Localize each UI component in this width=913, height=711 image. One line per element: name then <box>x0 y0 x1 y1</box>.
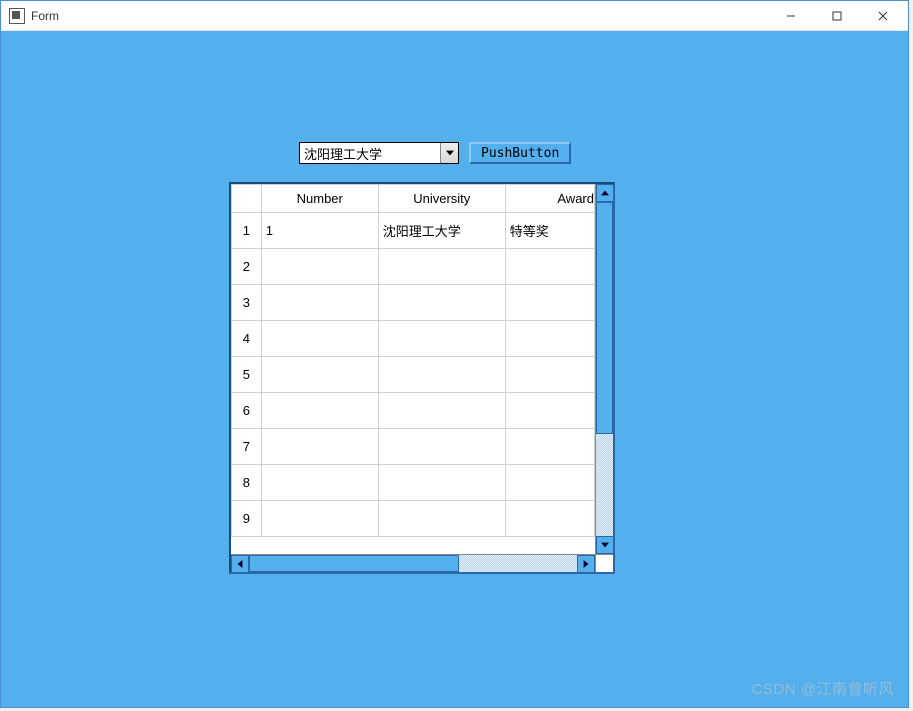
cell-number[interactable] <box>261 249 378 285</box>
cell-university[interactable] <box>378 249 505 285</box>
app-icon <box>9 8 25 24</box>
row-header[interactable]: 6 <box>232 393 262 429</box>
app-window: Form 沈阳理工大学 PushButton <box>0 0 909 708</box>
table-row[interactable]: 2 <box>232 249 595 285</box>
table-row[interactable]: 7 <box>232 429 595 465</box>
row-header[interactable]: 2 <box>232 249 262 285</box>
cell-award[interactable] <box>505 249 594 285</box>
table-corner[interactable] <box>232 185 262 213</box>
minimize-button[interactable] <box>768 1 814 31</box>
horizontal-scroll-thumb[interactable] <box>249 555 459 572</box>
table-row[interactable]: 3 <box>232 285 595 321</box>
row-header[interactable]: 3 <box>232 285 262 321</box>
cell-award[interactable] <box>505 501 594 537</box>
row-header[interactable]: 9 <box>232 501 262 537</box>
cell-number[interactable] <box>261 285 378 321</box>
data-table: Number University Award 11沈阳理工大学特等奖23456… <box>229 182 615 574</box>
cell-number[interactable] <box>261 321 378 357</box>
table-grid[interactable]: Number University Award 11沈阳理工大学特等奖23456… <box>231 184 595 537</box>
column-header-award[interactable]: Award <box>505 185 594 213</box>
chevron-down-icon[interactable] <box>440 143 458 163</box>
toolbar-row: 沈阳理工大学 PushButton <box>299 142 571 164</box>
table-row[interactable]: 9 <box>232 501 595 537</box>
table-row[interactable]: 6 <box>232 393 595 429</box>
scroll-down-icon[interactable] <box>596 536 613 554</box>
window-title: Form <box>31 9 768 23</box>
push-button-label: PushButton <box>481 146 559 161</box>
cell-university[interactable] <box>378 321 505 357</box>
close-button[interactable] <box>860 1 906 31</box>
cell-university[interactable] <box>378 393 505 429</box>
scroll-up-icon[interactable] <box>596 184 613 202</box>
cell-award[interactable] <box>505 357 594 393</box>
table-row[interactable]: 8 <box>232 465 595 501</box>
university-combobox[interactable]: 沈阳理工大学 <box>299 142 459 164</box>
scroll-corner <box>595 554 613 572</box>
titlebar[interactable]: Form <box>1 1 908 31</box>
cell-number[interactable] <box>261 501 378 537</box>
scroll-right-icon[interactable] <box>577 555 595 573</box>
cell-university[interactable] <box>378 357 505 393</box>
row-header[interactable]: 8 <box>232 465 262 501</box>
row-header[interactable]: 1 <box>232 213 262 249</box>
vertical-scrollbar[interactable] <box>595 184 613 554</box>
row-header[interactable]: 5 <box>232 357 262 393</box>
cell-number[interactable]: 1 <box>261 213 378 249</box>
table-row[interactable]: 4 <box>232 321 595 357</box>
watermark: CSDN @江南曾听风 <box>752 678 894 699</box>
column-header-number[interactable]: Number <box>261 185 378 213</box>
cell-award[interactable] <box>505 429 594 465</box>
push-button[interactable]: PushButton <box>469 142 571 164</box>
cell-number[interactable] <box>261 357 378 393</box>
vertical-scroll-thumb[interactable] <box>596 202 613 434</box>
cell-university[interactable] <box>378 501 505 537</box>
combobox-value: 沈阳理工大学 <box>300 144 440 163</box>
table-row[interactable]: 5 <box>232 357 595 393</box>
column-header-university[interactable]: University <box>378 185 505 213</box>
cell-award[interactable] <box>505 393 594 429</box>
window-controls <box>768 1 906 31</box>
cell-number[interactable] <box>261 429 378 465</box>
cell-university[interactable]: 沈阳理工大学 <box>378 213 505 249</box>
row-header[interactable]: 7 <box>232 429 262 465</box>
cell-award[interactable]: 特等奖 <box>505 213 594 249</box>
table-row[interactable]: 11沈阳理工大学特等奖 <box>232 213 595 249</box>
cell-university[interactable] <box>378 465 505 501</box>
cell-university[interactable] <box>378 429 505 465</box>
cell-award[interactable] <box>505 465 594 501</box>
row-header[interactable]: 4 <box>232 321 262 357</box>
cell-award[interactable] <box>505 321 594 357</box>
vertical-scroll-track[interactable] <box>596 434 613 536</box>
scroll-left-icon[interactable] <box>231 555 249 573</box>
cell-university[interactable] <box>378 285 505 321</box>
cell-number[interactable] <box>261 393 378 429</box>
horizontal-scrollbar[interactable] <box>231 554 595 572</box>
maximize-button[interactable] <box>814 1 860 31</box>
cell-number[interactable] <box>261 465 378 501</box>
cell-award[interactable] <box>505 285 594 321</box>
client-area: 沈阳理工大学 PushButton Number Un <box>1 31 908 707</box>
horizontal-scroll-track[interactable] <box>459 555 577 572</box>
